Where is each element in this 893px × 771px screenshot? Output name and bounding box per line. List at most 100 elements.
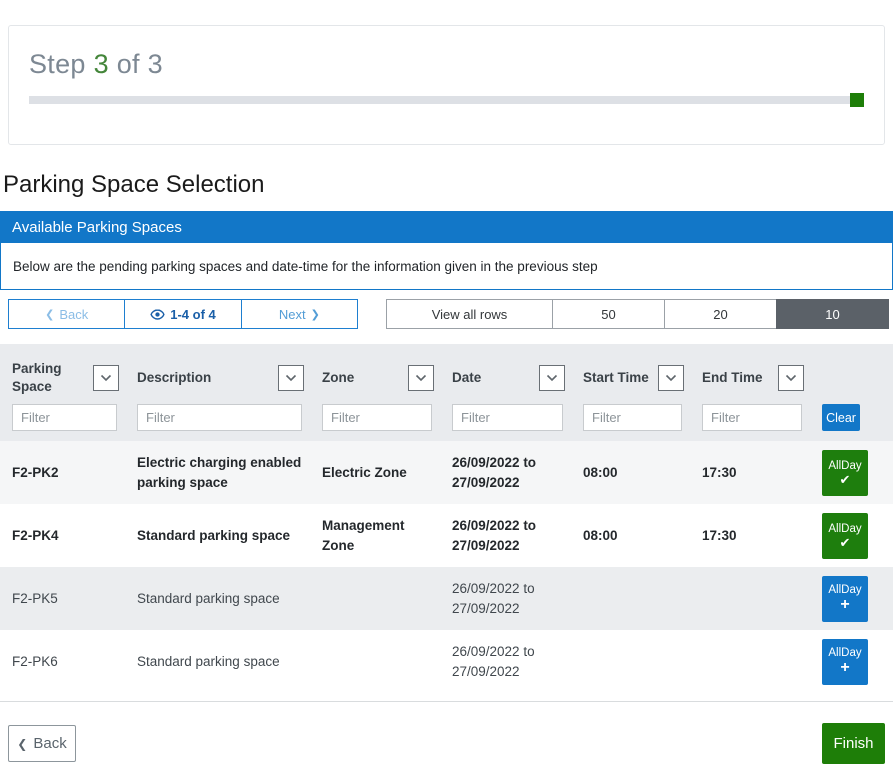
filter-input-parking-space[interactable] (12, 404, 117, 431)
cell-zone: Management Zone (322, 516, 452, 555)
table-row: F2-PK5 Standard parking space 26/09/2022… (0, 567, 893, 630)
table-row: F2-PK2 Electric charging enabled parking… (0, 441, 893, 504)
chevron-down-icon (100, 374, 112, 382)
table-divider (0, 701, 893, 702)
page-size-option-50[interactable]: 50 (552, 299, 665, 329)
step-indicator: Step 3 of 3 (29, 49, 884, 80)
cell-date: 26/09/2022 to 27/09/2022 (452, 579, 583, 618)
filter-input-zone[interactable] (322, 404, 432, 431)
column-header-start-time: Start Time (583, 356, 702, 400)
pager-status: 1-4 of 4 (124, 299, 241, 329)
filter-input-date[interactable] (452, 404, 563, 431)
pager-next-label: Next (279, 307, 306, 322)
column-header-zone: Zone (322, 356, 452, 400)
cell-description: Electric charging enabled parking space (137, 453, 322, 492)
pager-next-button[interactable]: Next ❯ (241, 299, 358, 329)
cell-zone: Electric Zone (322, 463, 452, 483)
cell-description: Standard parking space (137, 652, 322, 672)
column-label: End Time (702, 369, 763, 387)
pager-back-label: Back (59, 307, 88, 322)
allday-label: AllDay (828, 460, 861, 472)
chevron-down-icon (415, 374, 427, 382)
plus-icon: + (840, 660, 849, 676)
column-dropdown-button[interactable] (539, 365, 565, 391)
column-header-end-time: End Time (702, 356, 822, 400)
chevron-right-icon: ❯ (311, 308, 320, 321)
chevron-left-icon: ❮ (17, 737, 27, 751)
allday-toggle-button[interactable]: AllDay ✔ (822, 450, 868, 496)
page-size-group: View all rows 50 20 10 (387, 299, 889, 329)
pager-group: ❮ Back 1-4 of 4 Next ❯ (8, 299, 358, 329)
column-header-date: Date (452, 356, 583, 400)
allday-label: AllDay (828, 584, 861, 596)
check-icon: ✔ (840, 473, 851, 486)
column-dropdown-button[interactable] (778, 365, 804, 391)
column-dropdown-button[interactable] (93, 365, 119, 391)
step-wizard-card: Step 3 of 3 (8, 25, 885, 145)
column-header-description: Description (137, 356, 322, 400)
step-prefix: Step (29, 49, 86, 79)
chevron-down-icon (665, 374, 677, 382)
page-size-option-20[interactable]: 20 (664, 299, 777, 329)
page-title: Parking Space Selection (3, 171, 893, 199)
step-current-number: 3 (94, 49, 109, 79)
column-label: Zone (322, 369, 354, 387)
back-button-label: Back (33, 735, 66, 752)
progress-track (29, 96, 864, 104)
pager-bar: ❮ Back 1-4 of 4 Next ❯ View all rows 50 … (0, 299, 893, 329)
footer-bar: ❮ Back Finish (0, 723, 893, 764)
pager-status-text: 1-4 of 4 (170, 307, 216, 322)
cell-end-time: 17:30 (702, 526, 822, 546)
pager-back-button[interactable]: ❮ Back (8, 299, 125, 329)
column-label: Description (137, 369, 211, 387)
column-header-parking-space: Parking Space (12, 356, 137, 400)
filter-input-end-time[interactable] (702, 404, 802, 431)
chevron-left-icon: ❮ (45, 308, 54, 321)
step-suffix: of 3 (117, 49, 163, 79)
panel-header: Available Parking Spaces (0, 211, 893, 243)
finish-button[interactable]: Finish (822, 723, 885, 764)
cell-parking-space: F2-PK2 (12, 463, 137, 483)
panel-description: Below are the pending parking spaces and… (0, 243, 893, 290)
allday-label: AllDay (828, 647, 861, 659)
cell-parking-space: F2-PK4 (12, 526, 137, 546)
eye-icon (150, 307, 165, 322)
column-dropdown-button[interactable] (408, 365, 434, 391)
table-row: F2-PK4 Standard parking space Management… (0, 504, 893, 567)
cell-date: 26/09/2022 to 27/09/2022 (452, 642, 583, 681)
cell-parking-space: F2-PK6 (12, 652, 137, 672)
check-icon: ✔ (840, 536, 851, 549)
chevron-down-icon (546, 374, 558, 382)
chevron-down-icon (785, 374, 797, 382)
table-header: Parking Space Description Zone Date Star… (0, 344, 893, 441)
column-header-row: Parking Space Description Zone Date Star… (12, 356, 881, 400)
allday-toggle-button[interactable]: AllDay + (822, 639, 868, 685)
cell-date: 26/09/2022 to 27/09/2022 (452, 516, 583, 555)
column-header-actions (822, 356, 881, 400)
filter-row: Clear (12, 404, 881, 431)
cell-description: Standard parking space (137, 589, 322, 609)
allday-toggle-button[interactable]: AllDay ✔ (822, 513, 868, 559)
step-progress-bar (29, 93, 864, 107)
allday-toggle-button[interactable]: AllDay + (822, 576, 868, 622)
column-label: Parking Space (12, 360, 93, 396)
cell-date: 26/09/2022 to 27/09/2022 (452, 453, 583, 492)
filter-input-description[interactable] (137, 404, 302, 431)
column-dropdown-button[interactable] (658, 365, 684, 391)
column-label: Start Time (583, 369, 649, 387)
clear-filters-button[interactable]: Clear (822, 404, 860, 431)
cell-description: Standard parking space (137, 526, 322, 546)
cell-start-time: 08:00 (583, 463, 702, 483)
page-size-option-10[interactable]: 10 (776, 299, 889, 329)
allday-label: AllDay (828, 523, 861, 535)
column-label: Date (452, 369, 481, 387)
cell-end-time: 17:30 (702, 463, 822, 483)
cell-start-time: 08:00 (583, 526, 702, 546)
plus-icon: + (840, 597, 849, 613)
filter-input-start-time[interactable] (583, 404, 682, 431)
progress-knob (850, 93, 864, 107)
table-row: F2-PK6 Standard parking space 26/09/2022… (0, 630, 893, 693)
column-dropdown-button[interactable] (278, 365, 304, 391)
back-button[interactable]: ❮ Back (8, 725, 76, 762)
page-size-view-all[interactable]: View all rows (386, 299, 553, 329)
